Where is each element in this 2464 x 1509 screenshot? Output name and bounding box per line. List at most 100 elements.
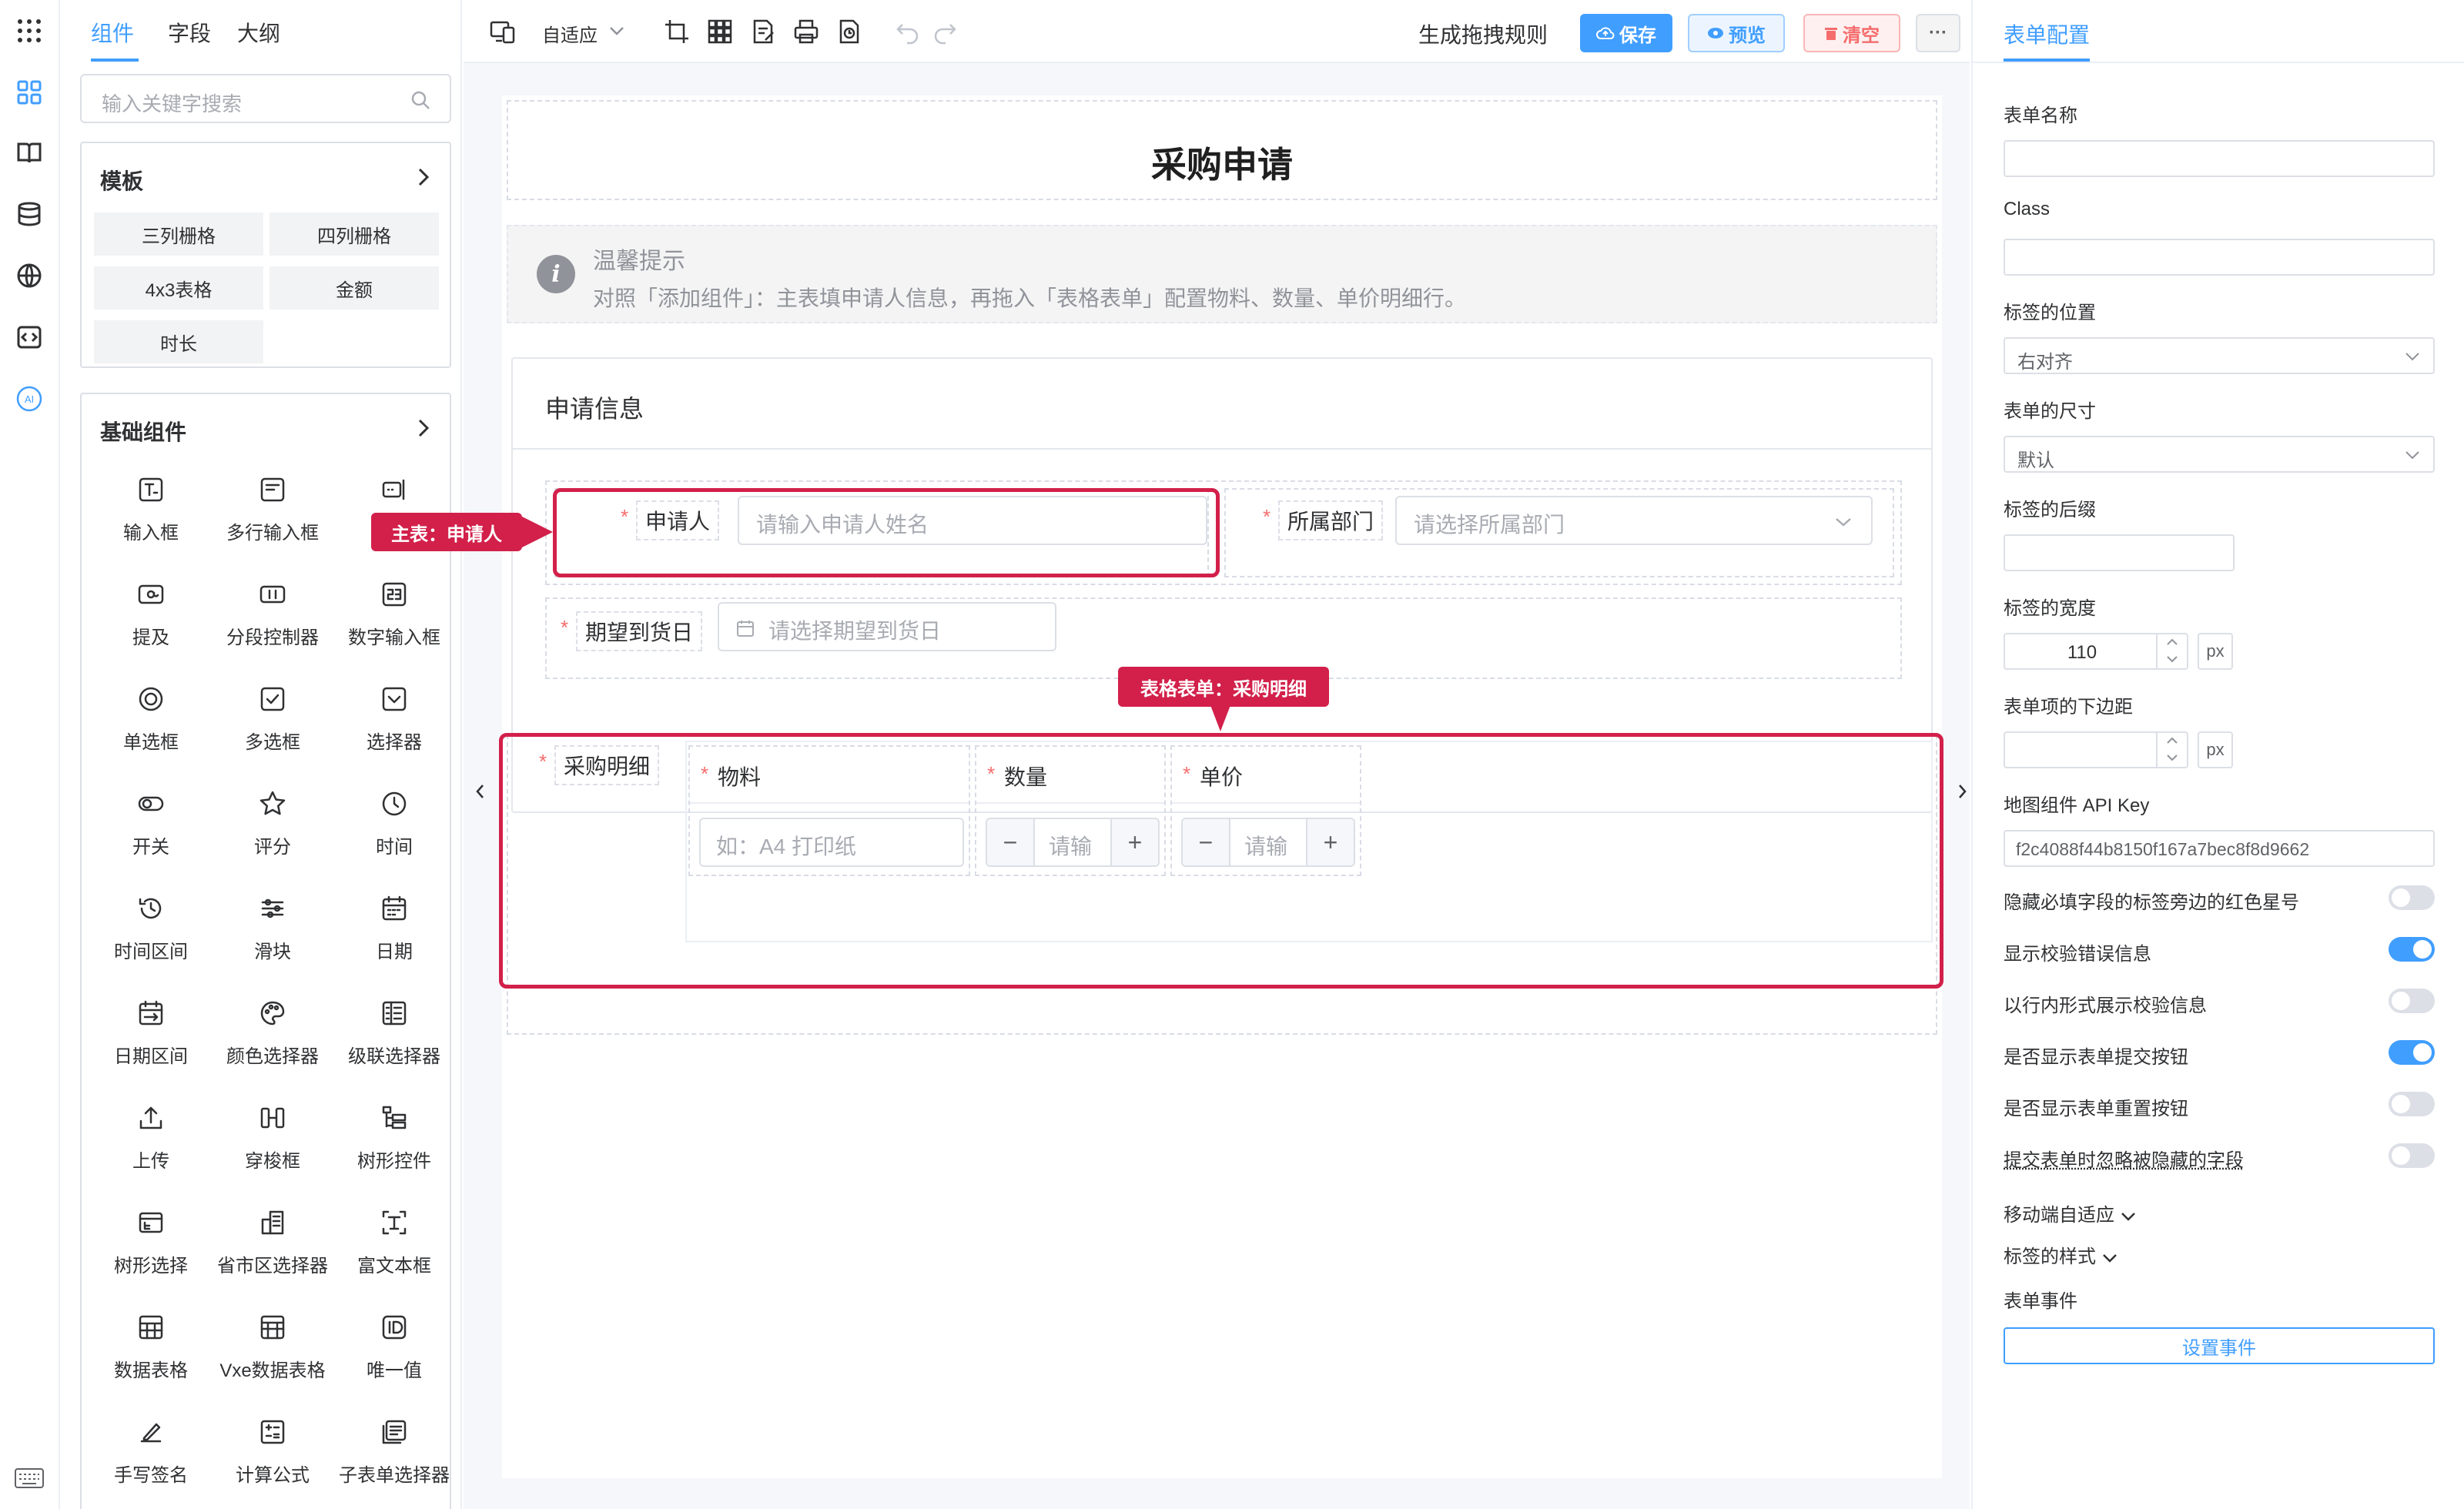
chevron-right-icon[interactable]: [413, 165, 434, 189]
label-position-select[interactable]: 右对齐: [2004, 337, 2435, 374]
toolbar: 自适应 生成拖拽规则 保存 预览 清空 ···: [464, 0, 1970, 63]
component-item[interactable]: 数字输入框: [333, 567, 456, 659]
label-style-toggle[interactable]: 标签的样式: [2004, 1241, 2118, 1268]
template-item[interactable]: 金额: [270, 266, 439, 309]
clear-button[interactable]: 清空: [1803, 14, 1900, 52]
label-width-input[interactable]: 110: [2004, 633, 2188, 670]
preview-button[interactable]: 预览: [1688, 14, 1785, 52]
delivery-date-picker[interactable]: 请选择期望到货日: [718, 602, 1056, 651]
component-label: 计算公式: [236, 1465, 310, 1486]
class-input[interactable]: [2004, 239, 2435, 276]
slider-icon: [261, 898, 284, 918]
title-block[interactable]: 采购申请: [507, 100, 1937, 200]
form-name-label: 表单名称: [2004, 105, 2077, 126]
stepper-arrows[interactable]: [2156, 634, 2187, 668]
tab-components[interactable]: 组件: [91, 17, 134, 48]
set-events-button[interactable]: 设置事件: [2004, 1327, 2435, 1364]
chevron-right-icon[interactable]: [413, 416, 434, 440]
component-item[interactable]: 单选框: [89, 671, 213, 764]
component-item[interactable]: 省市区选择器: [211, 1195, 334, 1287]
chevron-down-icon[interactable]: [2165, 654, 2179, 664]
component-item[interactable]: 手写签名: [89, 1404, 213, 1497]
item-margin-input[interactable]: [2004, 731, 2188, 768]
crop-icon[interactable]: [664, 18, 690, 45]
toggle-switch[interactable]: [2389, 989, 2435, 1013]
ai-icon[interactable]: AI: [14, 383, 45, 414]
template-item[interactable]: 4x3表格: [94, 266, 263, 309]
component-item[interactable]: 颜色选择器: [211, 985, 334, 1078]
keyboard-icon[interactable]: [14, 1463, 45, 1494]
book-icon[interactable]: [14, 137, 45, 168]
generate-rules-link[interactable]: 生成拖拽规则: [1418, 18, 1548, 49]
component-item[interactable]: 级联选择器: [333, 985, 456, 1078]
component-item[interactable]: 输入框: [89, 462, 213, 554]
stepper-arrows[interactable]: [2156, 733, 2187, 767]
component-item[interactable]: 子表单选择器: [333, 1404, 456, 1497]
chevron-down-icon[interactable]: [608, 25, 625, 37]
export-icon[interactable]: [836, 18, 862, 45]
component-item[interactable]: 滑块: [211, 881, 334, 973]
chevron-down-icon[interactable]: [2165, 753, 2179, 762]
component-item[interactable]: 上传: [89, 1090, 213, 1183]
save-button[interactable]: 保存: [1580, 14, 1672, 52]
label-suffix-input[interactable]: [2004, 534, 2235, 571]
component-item[interactable]: 穿梭框: [211, 1090, 334, 1183]
toggle-switch[interactable]: [2389, 937, 2435, 962]
tab-form-config[interactable]: 表单配置: [2004, 18, 2090, 49]
component-item[interactable]: 评分: [211, 776, 334, 868]
edit-doc-icon[interactable]: [750, 18, 776, 45]
component-item[interactable]: 时间区间: [89, 881, 213, 973]
tab-fields[interactable]: 字段: [168, 17, 211, 48]
component-item[interactable]: 日期区间: [89, 985, 213, 1078]
grid-icon[interactable]: [707, 18, 733, 45]
undo-icon[interactable]: [895, 18, 921, 45]
component-search-input[interactable]: 输入关键字搜索: [80, 74, 451, 123]
globe-icon[interactable]: [14, 260, 45, 291]
template-item[interactable]: 四列栅格: [270, 212, 439, 256]
toggle-switch[interactable]: [2389, 1040, 2435, 1065]
component-item[interactable]: Vxe数据表格: [211, 1300, 334, 1392]
component-item[interactable]: 计算公式: [211, 1404, 334, 1497]
department-select[interactable]: 请选择所属部门: [1395, 496, 1873, 545]
redo-icon[interactable]: [932, 18, 958, 45]
device-icon[interactable]: [490, 18, 516, 45]
print-icon[interactable]: [793, 18, 819, 45]
component-item[interactable]: 选择器: [333, 671, 456, 764]
template-item[interactable]: 时长: [94, 320, 263, 363]
component-item[interactable]: 数据表格: [89, 1300, 213, 1392]
adaptive-select[interactable]: 自适应: [542, 20, 598, 47]
apps-grid-icon[interactable]: [14, 15, 45, 46]
database-icon[interactable]: [14, 199, 45, 229]
tip-alert[interactable]: i 温馨提示 对照「添加组件」：主表填申请人信息，再拖入「表格表单」配置物料、数…: [507, 225, 1937, 323]
toggle-switch[interactable]: [2389, 1092, 2435, 1116]
form-name-input[interactable]: [2004, 140, 2435, 177]
component-item[interactable]: 树形选择: [89, 1195, 213, 1287]
map-key-input[interactable]: f2c4088f44b8150f167a7bec8f8d9662: [2004, 830, 2435, 867]
mobile-adapt-toggle[interactable]: 移动端自适应: [2004, 1200, 2137, 1226]
more-button[interactable]: ···: [1916, 14, 1960, 52]
info-icon: i: [537, 255, 575, 293]
component-item[interactable]: 多行输入框: [211, 462, 334, 554]
component-item[interactable]: 时间: [333, 776, 456, 868]
collapse-left-icon[interactable]: [473, 782, 488, 801]
collapse-right-icon[interactable]: [1954, 782, 1970, 801]
component-item[interactable]: 富文本框: [333, 1195, 456, 1287]
code-icon[interactable]: [14, 322, 45, 353]
tab-outline[interactable]: 大纲: [237, 17, 280, 48]
component-item[interactable]: 提及: [89, 567, 213, 659]
department-field[interactable]: * 所属部门 请选择所属部门: [1224, 488, 1894, 577]
components-icon[interactable]: [14, 77, 45, 108]
form-size-select[interactable]: 默认: [2004, 436, 2435, 473]
callout-arrow: [521, 516, 553, 548]
chevron-up-icon[interactable]: [2165, 637, 2179, 647]
toggle-switch[interactable]: [2389, 885, 2435, 910]
component-item[interactable]: 树形控件: [333, 1090, 456, 1183]
component-item[interactable]: 日期: [333, 881, 456, 973]
component-item[interactable]: 分段控制器: [211, 567, 334, 659]
template-item[interactable]: 三列栅格: [94, 212, 263, 256]
component-item[interactable]: 多选框: [211, 671, 334, 764]
component-item[interactable]: 开关: [89, 776, 213, 868]
toggle-switch[interactable]: [2389, 1143, 2435, 1168]
chevron-up-icon[interactable]: [2165, 736, 2179, 745]
component-item[interactable]: 唯一值: [333, 1300, 456, 1392]
